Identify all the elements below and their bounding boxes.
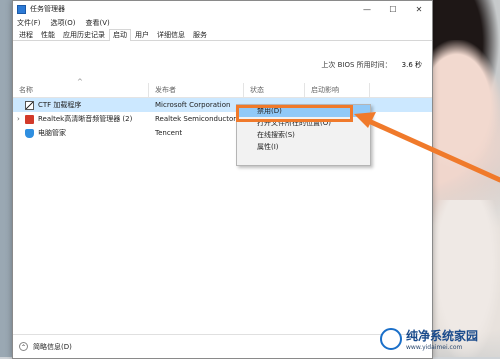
maximize-button[interactable]: ☐ bbox=[380, 1, 406, 17]
window-title: 任务管理器 bbox=[30, 5, 65, 13]
tab-processes[interactable]: 进程 bbox=[15, 29, 37, 40]
wallpaper-face bbox=[428, 40, 500, 170]
watermark-title: 纯净系统家园 bbox=[406, 329, 479, 343]
close-button[interactable]: ✕ bbox=[406, 1, 432, 17]
fewer-details-link[interactable]: 简略信息(D) bbox=[33, 342, 72, 352]
bios-time-label: 上次 BIOS 所用时间： bbox=[321, 61, 392, 69]
task-manager-window: 任务管理器 — ☐ ✕ 文件(F) 选项(O) 查看(V) 进程 性能 应用历史… bbox=[12, 0, 433, 359]
tab-strip: 进程 性能 应用历史记录 启动 用户 详细信息 服务 bbox=[13, 28, 432, 41]
menu-options[interactable]: 选项(O) bbox=[51, 18, 76, 28]
watermark: 纯净系统家园 www.yidaimei.com bbox=[380, 325, 496, 353]
bios-time: 上次 BIOS 所用时间： 3.6 秒 bbox=[321, 60, 422, 70]
row-publisher: Tencent bbox=[155, 129, 183, 137]
collapse-chevron-icon[interactable]: ⌃ bbox=[19, 342, 28, 351]
menu-item-properties[interactable]: 属性(I) bbox=[237, 141, 370, 153]
row-publisher: Realtek Semiconductor bbox=[155, 115, 237, 123]
table-header: 名称 发布者 状态 启动影响 bbox=[13, 83, 432, 98]
task-manager-icon bbox=[17, 4, 26, 14]
title-bar[interactable]: 任务管理器 — ☐ ✕ bbox=[13, 1, 432, 17]
sort-up-icon: ^ bbox=[77, 78, 83, 86]
footer: ⌃ 简略信息(D) bbox=[13, 334, 432, 358]
menu-file[interactable]: 文件(F) bbox=[17, 18, 41, 28]
column-publisher[interactable]: 发布者 bbox=[149, 83, 244, 97]
watermark-url: www.yidaimei.com bbox=[406, 344, 463, 351]
menu-item-search-online[interactable]: 在线搜索(S) bbox=[237, 129, 370, 141]
watermark-logo-icon bbox=[380, 328, 402, 350]
menu-view[interactable]: 查看(V) bbox=[85, 18, 109, 28]
tab-details[interactable]: 详细信息 bbox=[153, 29, 189, 40]
row-name: Realtek高清晰音频管理器 (2) bbox=[38, 115, 133, 123]
tab-services[interactable]: 服务 bbox=[189, 29, 211, 40]
shield-icon bbox=[25, 128, 34, 138]
tab-performance[interactable]: 性能 bbox=[37, 29, 59, 40]
column-impact[interactable]: 启动影响 bbox=[305, 83, 370, 97]
expand-chevron-icon[interactable]: › bbox=[17, 115, 25, 123]
highlight-box bbox=[236, 105, 353, 122]
speaker-icon bbox=[25, 114, 34, 124]
tab-app-history[interactable]: 应用历史记录 bbox=[59, 29, 109, 40]
row-name: 电脑管家 bbox=[38, 129, 66, 137]
tab-users[interactable]: 用户 bbox=[131, 29, 153, 40]
bios-time-value: 3.6 秒 bbox=[401, 61, 422, 69]
menu-bar: 文件(F) 选项(O) 查看(V) bbox=[13, 17, 432, 28]
tab-startup[interactable]: 启动 bbox=[109, 29, 131, 41]
column-status[interactable]: 状态 bbox=[244, 83, 305, 97]
minimize-button[interactable]: — bbox=[354, 1, 380, 17]
row-publisher: Microsoft Corporation bbox=[155, 101, 231, 109]
ctf-icon bbox=[25, 100, 34, 110]
row-name: CTF 加载程序 bbox=[38, 101, 82, 109]
